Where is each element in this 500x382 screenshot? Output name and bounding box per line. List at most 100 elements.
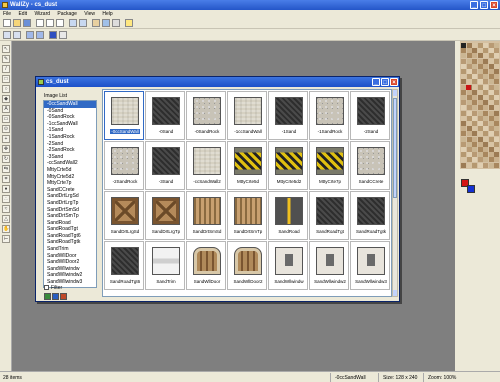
wizard-icon[interactable] <box>92 19 100 27</box>
import-icon[interactable] <box>69 19 77 27</box>
crop-tool-icon[interactable]: ⌗ <box>2 175 10 183</box>
image-list-item[interactable]: SandRoadTgt <box>44 226 96 233</box>
spray-tool-icon[interactable]: ∴ <box>2 195 10 203</box>
image-list-item[interactable]: -0SandRock <box>44 114 96 121</box>
texture-tile[interactable]: -0SandRock <box>186 91 226 140</box>
text-tool-icon[interactable]: A <box>2 105 10 113</box>
scroll-down-icon[interactable] <box>393 290 397 296</box>
view-list-icon[interactable] <box>13 31 21 39</box>
texture-tile[interactable]: SandWllwindw2 <box>309 241 349 290</box>
texture-tile[interactable]: -3Sand <box>145 141 185 190</box>
cut-icon[interactable] <box>36 19 44 27</box>
view-icons-icon[interactable] <box>3 31 11 39</box>
image-list-item[interactable]: -2Sand <box>44 141 96 148</box>
filter-checkbox-box[interactable] <box>44 285 49 291</box>
texture-tile[interactable]: -2SandRock <box>104 141 144 190</box>
picker-tool-icon[interactable]: ⊙ <box>2 125 10 133</box>
image-list-item[interactable]: -1Sand <box>44 127 96 134</box>
image-list-item[interactable]: SandWllwindw <box>44 266 96 273</box>
menu-file[interactable]: File <box>0 10 14 17</box>
dialog-maximize-icon[interactable]: □ <box>381 78 389 86</box>
image-list-item[interactable]: -1ccSandWall <box>44 121 96 128</box>
image-list-item[interactable]: SandWllDoor <box>44 253 96 260</box>
texture-tile[interactable]: SandRoadTgtk <box>350 191 390 240</box>
texture-tile[interactable]: -1ccSandWall <box>227 91 267 140</box>
properties-icon[interactable] <box>112 19 120 27</box>
texture-tile[interactable]: SandWllwindw <box>268 241 308 290</box>
grid-scrollbar[interactable] <box>392 89 398 297</box>
texture-tile[interactable]: MttyCrte5d <box>227 141 267 190</box>
image-list-item[interactable]: SandDrtSmTp <box>44 213 96 220</box>
texture-tile[interactable]: -0ccSandWall <box>104 91 144 140</box>
add-texture-icon[interactable] <box>44 293 51 300</box>
texture-tile[interactable]: SandRoadTgt <box>309 191 349 240</box>
texture-tile[interactable]: SandWllDoor2 <box>227 241 267 290</box>
maximize-icon[interactable]: □ <box>480 1 488 9</box>
line-tool-icon[interactable]: / <box>2 65 10 73</box>
image-list-item[interactable]: SandRoad <box>44 220 96 227</box>
menu-edit[interactable]: Edit <box>15 10 30 17</box>
image-list-item[interactable]: SandRoadTgt6 <box>44 233 96 240</box>
image-list-item[interactable]: -0ccSandWall <box>44 101 96 108</box>
image-list-item[interactable]: SandRoadTgtk <box>44 239 96 246</box>
dialog-close-icon[interactable]: × <box>390 78 398 86</box>
rect-tool-icon[interactable]: □ <box>2 75 10 83</box>
image-list-item[interactable]: SandWllDoor2 <box>44 259 96 266</box>
scroll-thumb[interactable] <box>393 98 397 198</box>
image-list[interactable]: -0ccSandWall -0Sand -0SandRock -1ccSandWall… <box>43 100 97 288</box>
texture-tile[interactable]: SandCCrete <box>350 141 390 190</box>
dialog-minimize-icon[interactable]: _ <box>372 78 380 86</box>
texture-tile[interactable]: SandDrtSmTp <box>227 191 267 240</box>
minimize-icon[interactable]: _ <box>470 1 478 9</box>
secondary-color-swatch[interactable] <box>467 185 475 193</box>
image-list-item[interactable]: SandDrtLrgSd <box>44 193 96 200</box>
ellipse-tool-icon[interactable]: ○ <box>2 85 10 93</box>
zoom-out-icon[interactable] <box>36 31 44 39</box>
new-icon[interactable] <box>3 19 11 27</box>
blur-tool-icon[interactable]: ≈ <box>2 205 10 213</box>
measure-tool-icon[interactable]: ⊢ <box>2 235 10 243</box>
eraser-tool-icon[interactable]: ▭ <box>2 115 10 123</box>
zoom-tool-icon[interactable]: + <box>2 135 10 143</box>
image-list-item[interactable]: -3Sand <box>44 154 96 161</box>
menu-view[interactable]: View <box>81 10 98 17</box>
image-list-item[interactable]: SandDrtSmSd <box>44 207 96 214</box>
pencil-tool-icon[interactable]: ✎ <box>2 55 10 63</box>
image-list-item[interactable]: -2SandRock <box>44 147 96 154</box>
color-palette[interactable] <box>460 41 500 169</box>
image-list-item[interactable]: MttyCrte7p <box>44 180 96 187</box>
brush-tool-icon[interactable]: ● <box>2 185 10 193</box>
texture-tile[interactable]: SandWllwindw3 <box>350 241 390 290</box>
flip-tool-icon[interactable]: ⇆ <box>2 165 10 173</box>
image-list-item[interactable]: -ccSandWall2 <box>44 160 96 167</box>
texture-tile[interactable]: -1Sand <box>268 91 308 140</box>
zoom-in-icon[interactable] <box>26 31 34 39</box>
color-icon[interactable] <box>49 31 57 39</box>
image-list-item[interactable]: -0Sand <box>44 108 96 115</box>
menu-wizard[interactable]: Wizard <box>31 10 53 17</box>
grid-view-icon[interactable] <box>52 293 59 300</box>
texture-tile[interactable]: SandDrtSmSd <box>186 191 226 240</box>
image-list-item[interactable]: SandCCrete <box>44 187 96 194</box>
image-list-item[interactable]: -1SandRock <box>44 134 96 141</box>
open-icon[interactable] <box>13 19 21 27</box>
texture-tile[interactable]: SandTrim <box>145 241 185 290</box>
sharpen-tool-icon[interactable]: △ <box>2 215 10 223</box>
remove-texture-icon[interactable] <box>60 293 67 300</box>
texture-tile[interactable]: MttyCrte7p <box>309 141 349 190</box>
image-list-item[interactable]: MttyCrte5d2 <box>44 174 96 181</box>
texture-tile[interactable]: -2Sand <box>350 91 390 140</box>
texture-tile[interactable]: SandWllDoor <box>186 241 226 290</box>
paste-icon[interactable] <box>56 19 64 27</box>
package-icon[interactable] <box>102 19 110 27</box>
menu-help[interactable]: Help <box>99 10 115 17</box>
grid-icon[interactable] <box>59 31 67 39</box>
close-icon[interactable]: × <box>490 1 498 9</box>
save-icon[interactable] <box>23 19 31 27</box>
copy-icon[interactable] <box>46 19 54 27</box>
image-list-item[interactable]: SandDrtLrgTp <box>44 200 96 207</box>
select-tool-icon[interactable]: ↖ <box>2 45 10 53</box>
image-list-item[interactable]: SandWllwindw2 <box>44 272 96 279</box>
export-icon[interactable] <box>79 19 87 27</box>
texture-tile[interactable]: SandRoadTgt6 <box>104 241 144 290</box>
